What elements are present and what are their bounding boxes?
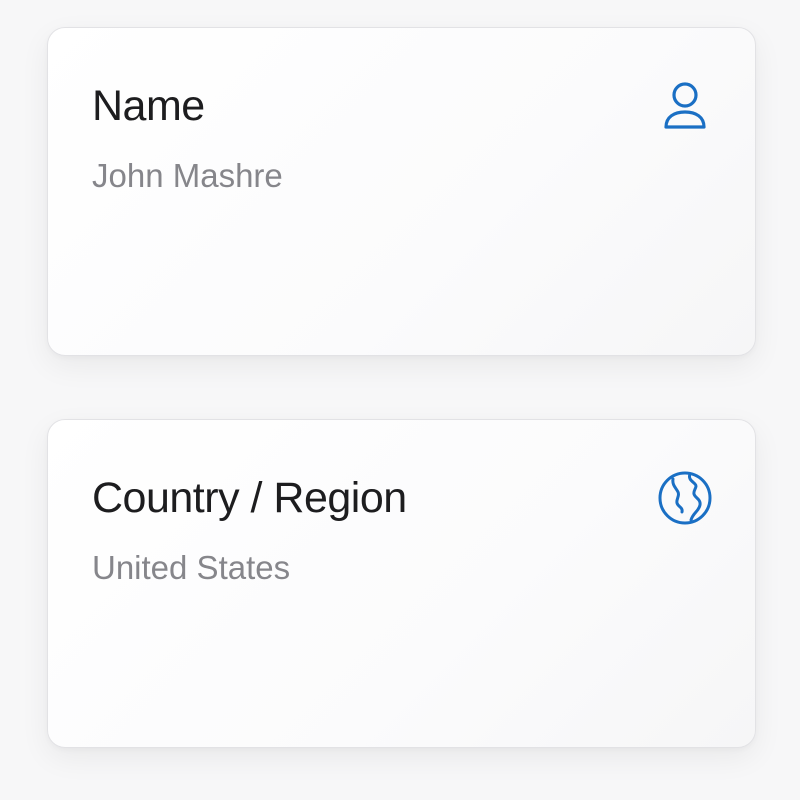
person-icon [657,78,713,134]
country-region-card-value: United States [92,549,291,586]
globe-icon [657,470,713,526]
name-card-title: Name [92,82,205,130]
country-region-card[interactable]: Country / Region United States [47,419,756,748]
name-card-value: John Mashre [92,157,283,194]
country-region-card-title: Country / Region [92,474,407,522]
name-card[interactable]: Name John Mashre [47,27,756,356]
